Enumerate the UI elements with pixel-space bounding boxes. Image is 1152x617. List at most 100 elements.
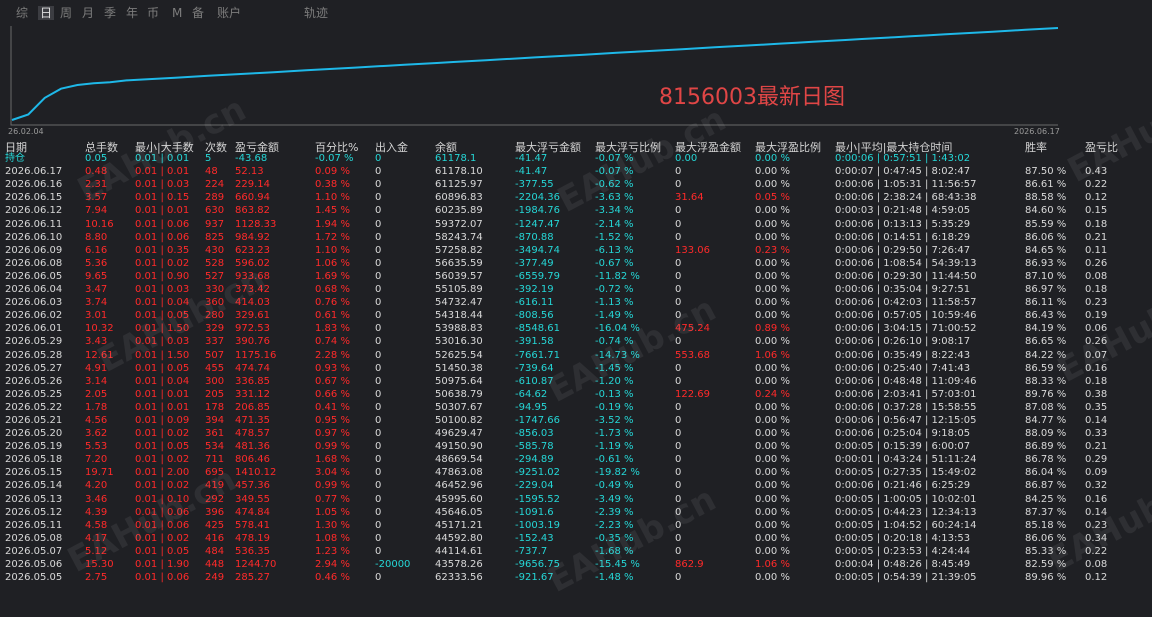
cell-col-0: 2026.06.01 <box>5 323 63 335</box>
cell-col-11: 0.00 % <box>755 519 790 531</box>
cell-col-8: -1091.6 <box>515 506 554 518</box>
tab-0[interactable]: 综 <box>16 6 28 20</box>
cell-col-9: -0.49 % <box>595 480 634 492</box>
cell-col-14: 0.09 <box>1085 467 1108 479</box>
cell-col-4: 478.19 <box>235 532 270 544</box>
cell-col-11: 0.00 % <box>755 480 790 492</box>
cell-col-2: 0.01 | 0.06 <box>135 218 190 230</box>
cell-col-0: 2026.05.14 <box>5 480 63 492</box>
cell-col-9: -0.67 % <box>595 257 634 269</box>
cell-col-3: 455 <box>205 362 225 374</box>
cell-col-2: 0.01 | 0.01 <box>135 401 190 413</box>
tab-9[interactable]: 账户 <box>217 6 241 20</box>
cell-col-5: 0.66 % <box>315 388 350 400</box>
cell-col-12: 0:00:06 | 0:25:40 | 7:41:43 <box>835 362 971 374</box>
cell-col-1: 3.14 <box>85 375 108 387</box>
cell-col-2: 0.01 | 0.04 <box>135 297 190 309</box>
cell-col-7: 50100.82 <box>435 414 483 426</box>
cell-col-13: 86.89 % <box>1025 441 1067 453</box>
equity-line <box>11 27 1059 121</box>
cell-col-8: -737.7 <box>515 545 548 557</box>
cell-col-1: 3.01 <box>85 310 108 322</box>
table-row: 2026.05.29 3.43 0.01 | 0.03 337 390.76 0.74 %… <box>0 335 1152 348</box>
table-row: 2026.06.09 6.16 0.01 | 0.35 430 623.23 1.10 %… <box>0 244 1152 257</box>
cell-col-13: 84.19 % <box>1025 323 1067 335</box>
tab-1[interactable]: 日 <box>38 6 55 20</box>
cell-col-5: 0.38 % <box>315 179 350 191</box>
cell-col-8: -294.89 <box>515 454 554 466</box>
cell-col-12: 0:00:05 | 1:04:52 | 60:24:14 <box>835 519 977 531</box>
cell-col-13: 88.09 % <box>1025 428 1067 440</box>
table-row: 2026.05.12 4.39 0.01 | 0.06 396 474.84 1.05 %… <box>0 506 1152 519</box>
cell-col-11: 0.00 % <box>755 506 790 518</box>
cell-col-5: 0.99 % <box>315 441 350 453</box>
cell-col-12: 0:00:06 | 0:13:13 | 5:35:29 <box>835 218 971 230</box>
cell-col-3: 711 <box>205 454 225 466</box>
cell-col-3: 419 <box>205 480 225 492</box>
tab-2[interactable]: 周 <box>60 6 72 20</box>
tab-3[interactable]: 月 <box>82 6 94 20</box>
cell-col-12: 0:00:01 | 0:43:24 | 51:11:24 <box>835 454 977 466</box>
cell-col-12: 0:00:05 | 0:44:23 | 12:34:13 <box>835 506 977 518</box>
cell-col-8: -377.55 <box>515 179 554 191</box>
cell-col-10: 133.06 <box>675 244 710 256</box>
cell-col-2: 0.01 | 0.06 <box>135 231 190 243</box>
cell-col-8: -41.47 <box>515 153 548 165</box>
cell-col-5: -0.07 % <box>315 153 354 165</box>
cell-col-4: 285.27 <box>235 572 270 584</box>
tab-5[interactable]: 年 <box>126 6 138 20</box>
cell-col-4: 1410.12 <box>235 467 277 479</box>
cell-col-6: 0 <box>375 153 382 165</box>
cell-col-14: 0.22 <box>1085 179 1108 191</box>
cell-col-0: 2026.06.04 <box>5 284 63 296</box>
cell-col-3: 48 <box>205 166 218 178</box>
cell-col-1: 19.71 <box>85 467 114 479</box>
cell-col-4: 336.85 <box>235 375 270 387</box>
cell-col-7: 45646.05 <box>435 506 483 518</box>
cell-col-0: 2026.06.16 <box>5 179 63 191</box>
cell-col-11: 1.06 % <box>755 559 790 570</box>
cell-col-11: 0.00 % <box>755 428 790 440</box>
tab-6[interactable]: 币 <box>147 6 159 20</box>
tab-7[interactable]: M <box>172 6 182 20</box>
cell-col-12: 0:00:06 | 0:57:05 | 10:59:46 <box>835 310 977 322</box>
cell-col-2: 0.01 | 0.02 <box>135 532 190 544</box>
cell-col-4: 1128.33 <box>235 218 277 230</box>
cell-col-11: 0.00 % <box>755 153 790 165</box>
chart-axis <box>10 26 1058 126</box>
cell-col-3: 300 <box>205 375 225 387</box>
tab-4[interactable]: 季 <box>104 6 116 20</box>
cell-col-12: 0:00:05 | 0:23:53 | 4:24:44 <box>835 545 971 557</box>
table-row: 2026.06.02 3.01 0.01 | 0.05 280 329.61 0.61 %… <box>0 309 1152 322</box>
cell-col-7: 54318.44 <box>435 310 483 322</box>
cell-col-10: 0 <box>675 493 682 505</box>
cell-col-7: 46452.96 <box>435 480 483 492</box>
cell-col-10: 0 <box>675 362 682 374</box>
cell-col-9: -0.07 % <box>595 166 634 178</box>
cell-col-4: 373.42 <box>235 284 270 296</box>
cell-col-2: 0.01 | 0.03 <box>135 336 190 348</box>
cell-col-7: 61178.1 <box>435 153 477 165</box>
cell-col-9: -19.82 % <box>595 467 640 479</box>
tab-8[interactable]: 备 <box>192 6 204 20</box>
cell-col-2: 0.01 | 0.06 <box>135 519 190 531</box>
cell-col-14: 0.26 <box>1085 257 1108 269</box>
table-row: 2026.06.15 3.57 0.01 | 0.15 289 660.94 1.10 %… <box>0 191 1152 204</box>
cell-col-4: 972.53 <box>235 323 270 335</box>
cell-col-6: 0 <box>375 532 382 544</box>
table-row: 2026.05.25 2.05 0.01 | 0.01 205 331.12 0.66 %… <box>0 388 1152 401</box>
cell-col-4: 660.94 <box>235 192 270 204</box>
cell-col-3: 5 <box>205 153 212 165</box>
cell-col-6: 0 <box>375 336 382 348</box>
cell-col-14: 0.26 <box>1085 336 1108 348</box>
cell-col-1: 3.46 <box>85 493 108 505</box>
cell-col-7: 47863.08 <box>435 467 483 479</box>
cell-col-12: 0:00:06 | 0:48:48 | 11:09:46 <box>835 375 977 387</box>
cell-col-5: 0.99 % <box>315 480 350 492</box>
cell-col-8: -616.11 <box>515 297 554 309</box>
cell-col-11: 0.89 % <box>755 323 790 335</box>
cell-col-13: 86.06 % <box>1025 231 1067 243</box>
cell-col-2: 0.01 | 0.01 <box>135 153 190 165</box>
track-tab[interactable]: 轨迹 <box>304 6 328 20</box>
cell-col-14: 0.11 <box>1085 244 1108 256</box>
